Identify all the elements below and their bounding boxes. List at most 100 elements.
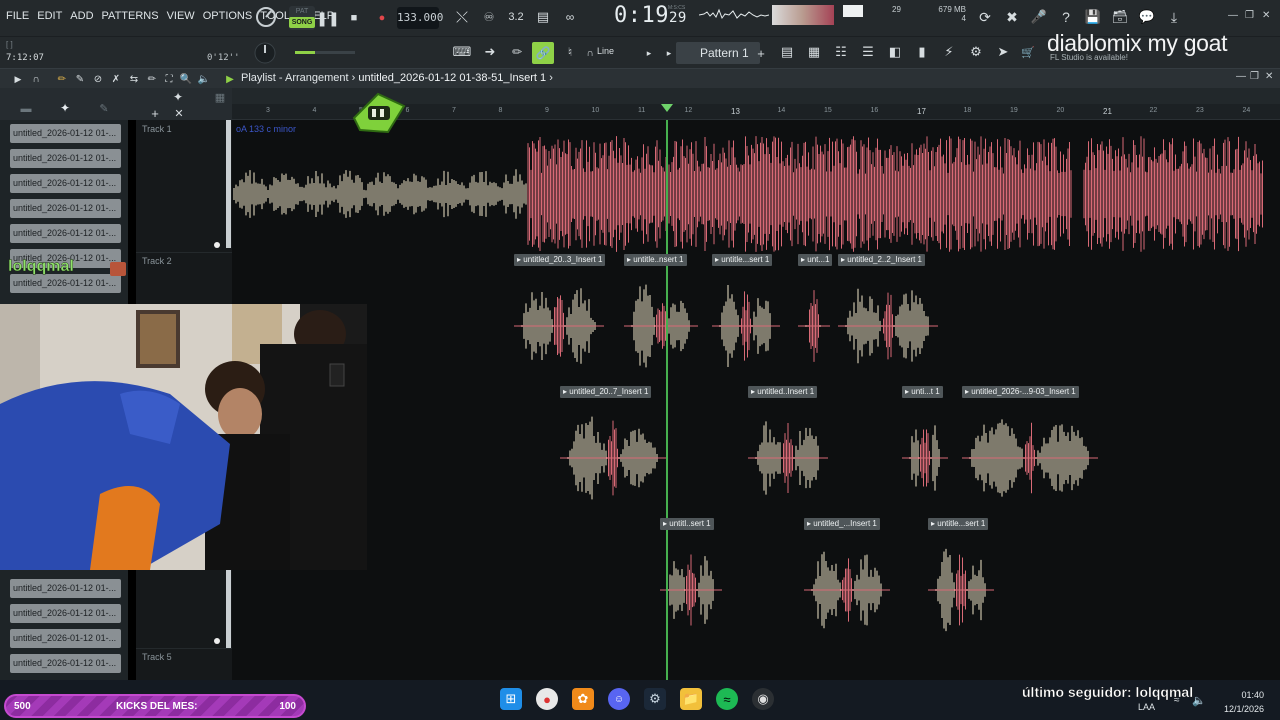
picker-item[interactable]: untitled_2026-01-12 01-... [10, 274, 121, 293]
menu-file[interactable]: FILE [6, 10, 29, 22]
track-5-label[interactable]: Track 5 [142, 652, 172, 662]
arrow-icon[interactable]: ➜ [480, 42, 500, 62]
playlist-minimize-icon[interactable]: — [1236, 71, 1246, 82]
audio-clip-label[interactable]: ▸ unti...t 1 [902, 386, 943, 398]
restore-icon[interactable]: ❐ [1245, 10, 1254, 21]
audio-clip-label[interactable]: ▸ untitled_...Insert 1 [804, 518, 880, 530]
picker-item[interactable]: untitled_2026-01-12 01-... [10, 604, 121, 623]
step-edit-icon[interactable]: ▤ [532, 6, 554, 28]
playlist-restore-icon[interactable]: ❐ [1250, 71, 1259, 82]
steam-icon[interactable]: ⚙ [644, 688, 666, 710]
picker-item[interactable]: untitled_2026-01-12 01-... [10, 124, 121, 143]
pencil-tool-icon[interactable]: ✏ [56, 72, 68, 86]
play-arrow-icon[interactable]: ▶ [12, 72, 24, 86]
plug-icon[interactable]: ⚡ [939, 42, 959, 62]
picker-item[interactable]: untitled_2026-01-12 01-... [10, 149, 121, 168]
track-mode-icon[interactable]: ▦ [212, 90, 228, 104]
minimize-icon[interactable]: — [1228, 10, 1238, 21]
plugin-icon[interactable]: ▮ [912, 42, 932, 62]
track-arrows-icon[interactable]: ✦ [170, 90, 186, 104]
countdown-icon[interactable]: 3.2 [505, 6, 527, 28]
audio-clip-label[interactable]: ▸ untitle...sert 1 [712, 254, 773, 266]
pattern-selector[interactable]: Pattern 1 [676, 42, 760, 64]
chat-icon[interactable]: 💬 [1137, 7, 1157, 27]
download-icon[interactable]: ⤓ [1164, 7, 1184, 27]
track-1-volume-bar[interactable] [226, 120, 231, 248]
discord-icon[interactable]: ☺ [608, 688, 630, 710]
chevron-right-icon[interactable]: ▸ [644, 47, 654, 59]
audio-clip-label[interactable]: ▸ unt...1 [798, 254, 833, 266]
audio-clip-label[interactable]: ▸ untitled_2..2_Insert 1 [838, 254, 925, 266]
add-pattern-button[interactable]: + [754, 43, 768, 63]
loop-record-icon[interactable]: ∞ [559, 6, 581, 28]
pitch-knob[interactable] [253, 41, 277, 65]
tempo-display[interactable]: 133.000 [397, 7, 443, 29]
menu-add[interactable]: ADD [70, 10, 93, 22]
metronome-icon[interactable]: ⤬ [451, 6, 473, 28]
master-pitch-slider[interactable] [295, 51, 355, 54]
settings-icon[interactable]: ✖ [1002, 7, 1022, 27]
picker-item[interactable]: untitled_2026-01-12 01-... [10, 629, 121, 648]
chrome-icon[interactable]: ● [536, 688, 558, 710]
track-1-label[interactable]: Track 1 [142, 124, 172, 134]
playhead-marker[interactable] [661, 104, 673, 112]
piano-roll-icon[interactable]: ☷ [831, 42, 851, 62]
slice-tool-icon[interactable]: ✏ [146, 72, 158, 86]
remove-track-icon[interactable]: ✕ [172, 106, 186, 120]
system-clock[interactable]: 01:40 12/1/2026 [1222, 688, 1264, 716]
reset-icon[interactable]: ⟳ [975, 7, 995, 27]
tempo-tapper-icon[interactable]: ⚙ [966, 42, 986, 62]
picker-pattern-icon[interactable]: ▬ [18, 102, 34, 116]
playback-tool-icon[interactable]: 🔈 [198, 72, 210, 86]
close-icon[interactable]: ✕ [1262, 10, 1270, 21]
app-icon[interactable]: ◉ [752, 688, 774, 710]
track-4-volume-bar[interactable] [226, 570, 231, 648]
chevron-right-icon-2[interactable]: ▸ [664, 47, 674, 59]
paint-tool-icon[interactable]: ✎ [74, 72, 86, 86]
mute-tool-icon[interactable]: ✗ [110, 72, 122, 86]
track-1-mute-dot[interactable] [214, 242, 220, 248]
piano-icon[interactable]: ⌨ [452, 42, 472, 62]
select-tool-icon[interactable]: ⛶ [163, 72, 175, 86]
stop-button[interactable]: ■ [346, 9, 362, 27]
picker-item[interactable]: untitled_2026-01-12 01-... [10, 654, 121, 673]
picker-item[interactable]: untitled_2026-01-12 01-... [10, 579, 121, 598]
microphone-icon[interactable]: 🎤 [1029, 7, 1049, 27]
help-icon[interactable]: ? [1056, 7, 1076, 27]
arrangement-area[interactable]: oA 133 c minor ▸ untitled_20..3_Insert 1… [232, 120, 1280, 680]
browser-icon[interactable]: ◧ [885, 42, 905, 62]
picker-item[interactable]: untitled_2026-01-12 01-... [10, 174, 121, 193]
track-4-mute-dot[interactable] [214, 638, 220, 644]
language-indicator[interactable]: LAA [1138, 702, 1155, 712]
play-clip-icon[interactable]: ▶ [224, 72, 236, 86]
audio-clip-label[interactable]: ▸ untitle..nsert 1 [624, 254, 687, 266]
channel-rack-icon[interactable]: ▦ [804, 42, 824, 62]
master-volume-knob[interactable] [255, 6, 277, 28]
file-explorer-icon[interactable]: 📁 [680, 688, 702, 710]
menu-options[interactable]: OPTIONS [203, 10, 253, 22]
picker-item[interactable]: untitled_2026-01-12 01-... [10, 224, 121, 243]
wifi-icon[interactable]: ≈ [1174, 695, 1180, 706]
pencil-icon[interactable]: ✏ [507, 42, 527, 62]
magnet-snap-icon[interactable]: ∩ [30, 72, 42, 86]
flow-icon[interactable]: ➤ [993, 42, 1013, 62]
snap-mode-selector[interactable]: Line [597, 46, 614, 56]
audio-clip-label[interactable]: ▸ untitled..Insert 1 [748, 386, 818, 398]
add-track-icon[interactable]: + [148, 106, 162, 121]
delete-tool-icon[interactable]: ⊘ [92, 72, 104, 86]
mixer-icon[interactable]: ▤ [777, 42, 797, 62]
wait-for-input-icon[interactable]: ♾ [478, 6, 500, 28]
audio-clip-label[interactable]: ▸ untitled_20..3_Insert 1 [514, 254, 606, 266]
record-button[interactable]: ● [374, 9, 390, 27]
picker-automation-icon[interactable]: ✎ [96, 100, 112, 116]
pat-song-toggle[interactable]: PAT SONG [289, 6, 315, 30]
stamp-icon[interactable]: ♮ [560, 42, 580, 62]
export-icon[interactable]: 🗃 [1110, 7, 1130, 27]
audio-clip-label[interactable]: ▸ untitl..sert 1 [660, 518, 714, 530]
menu-edit[interactable]: EDIT [37, 10, 62, 22]
link-icon[interactable]: 🔗 [532, 42, 554, 64]
audio-clip-label[interactable]: ▸ untitle...sert 1 [928, 518, 989, 530]
play-pause-button[interactable]: ❚❚ [316, 8, 339, 28]
picker-audio-icon[interactable]: ✦ [57, 100, 73, 116]
audio-clip-label[interactable]: ▸ untitled_2026-...9-03_Insert 1 [962, 386, 1079, 398]
